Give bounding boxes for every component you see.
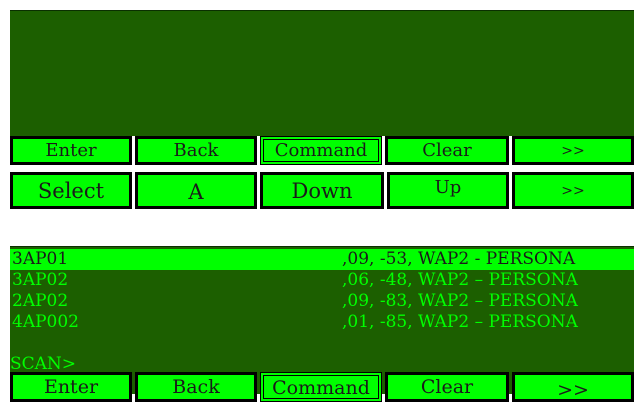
network-id: 2AP02 — [12, 291, 69, 311]
network-id: 3AP02 — [12, 270, 69, 290]
next-page-button[interactable]: >> — [512, 136, 634, 165]
scan-prompt: SCAN> — [10, 354, 77, 374]
clear-button[interactable]: Clear — [385, 372, 509, 402]
clear-button[interactable]: Clear — [385, 136, 509, 165]
enter-button[interactable]: Enter — [10, 136, 132, 165]
button-row-bottom: Enter Back Command Clear >> — [10, 372, 634, 402]
next-page-button[interactable]: >> — [512, 372, 634, 402]
up-button[interactable]: Up — [387, 172, 509, 209]
command-button[interactable]: Command — [260, 372, 382, 402]
network-info: ,06, -48, WAP2 – PERSONA — [342, 270, 578, 290]
back-button[interactable]: Back — [135, 136, 257, 165]
down-button[interactable]: Down — [260, 172, 384, 209]
network-info: ,09, -53, WAP2 - PERSONA — [342, 249, 576, 269]
top-display-screen — [10, 10, 634, 136]
command-button[interactable]: Command — [260, 136, 382, 165]
list-item[interactable]: 3AP01 ,09, -53, WAP2 - PERSONA — [10, 249, 634, 270]
network-list: 3AP01 ,09, -53, WAP2 - PERSONA 3AP02 ,06… — [10, 249, 634, 333]
next-page-button[interactable]: >> — [512, 172, 634, 209]
list-item[interactable]: 2AP02 ,09, -83, WAP2 – PERSONA — [10, 291, 634, 312]
enter-button[interactable]: Enter — [10, 372, 132, 402]
back-button[interactable]: Back — [135, 372, 257, 402]
list-item[interactable]: 3AP02 ,06, -48, WAP2 – PERSONA — [10, 270, 634, 291]
network-info: ,01, -85, WAP2 – PERSONA — [342, 312, 578, 332]
select-button[interactable]: Select — [10, 172, 132, 209]
list-item[interactable]: 4AP002 ,01, -85, WAP2 – PERSONA — [10, 312, 634, 333]
network-id: 3AP01 — [12, 249, 69, 269]
network-info: ,09, -83, WAP2 – PERSONA — [342, 291, 578, 311]
network-id: 4AP002 — [12, 312, 79, 332]
button-row-navigation: Select A Down Up >> — [10, 172, 634, 209]
button-row-top: Enter Back Command Clear >> — [10, 136, 634, 165]
a-button[interactable]: A — [135, 172, 257, 209]
